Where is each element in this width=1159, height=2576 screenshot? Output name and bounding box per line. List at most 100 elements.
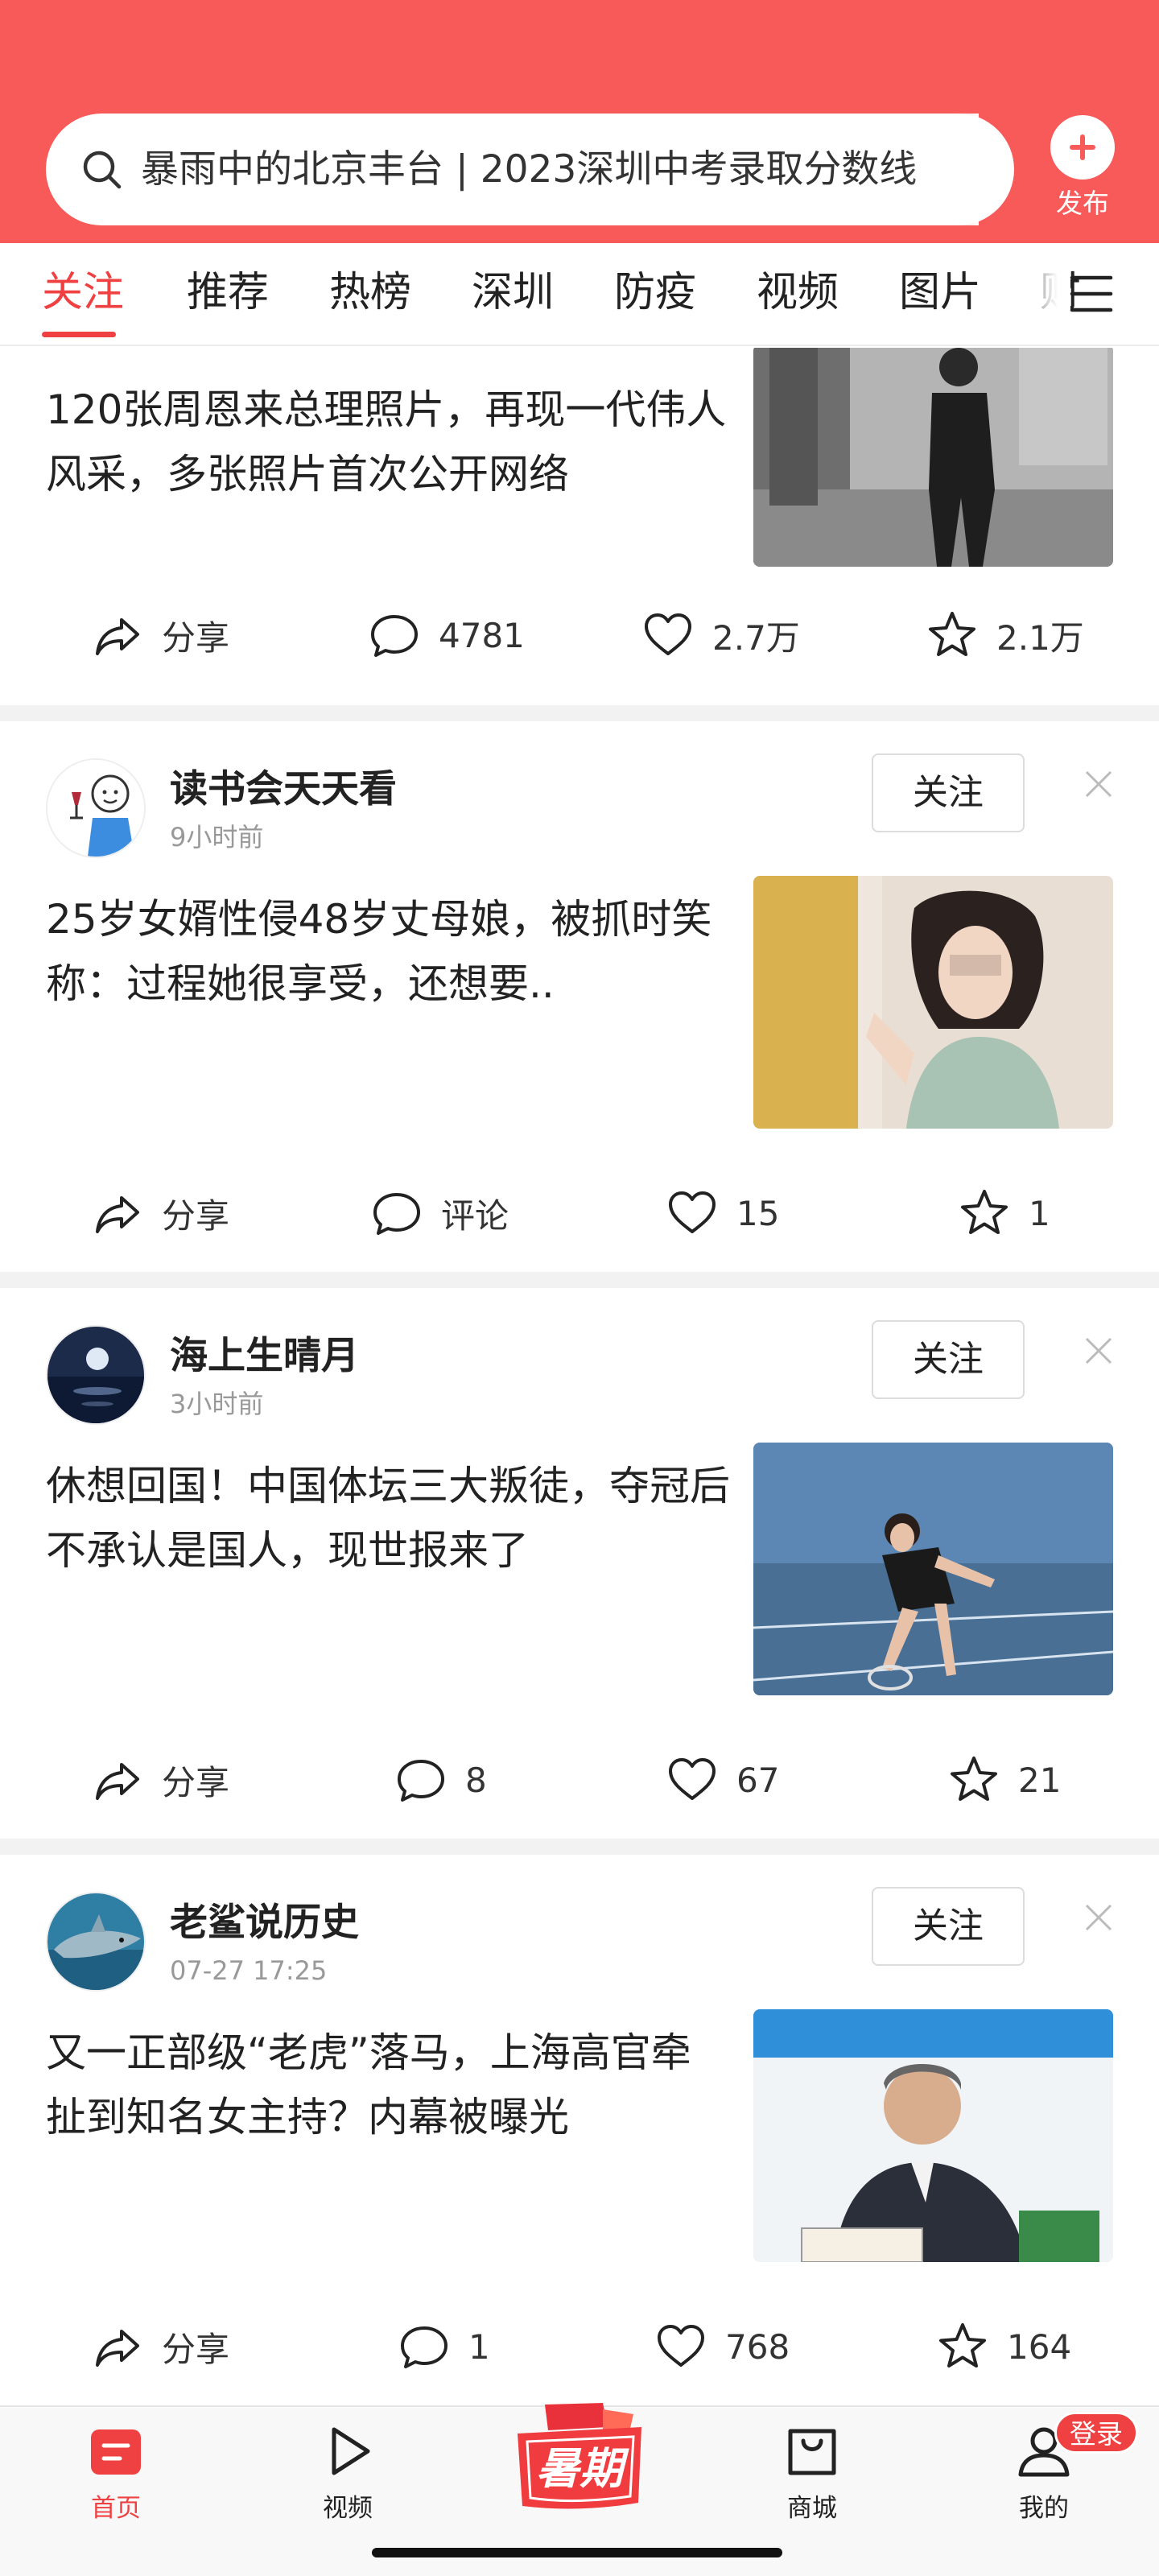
feed-card[interactable]: 120张周恩来总理照片，再现一代伟人风采，多张照片首次公开网络 分享 4781 (0, 348, 1159, 705)
summer-campaign-button[interactable]: 暑期 (513, 2403, 646, 2516)
article-title[interactable]: 休想回国！中国体坛三大叛徒，夺冠后不承认是国人，现世报来了 (46, 1454, 730, 1583)
tab-follow[interactable]: 关注 (42, 243, 124, 345)
comment-button[interactable]: 4781 (368, 603, 525, 667)
share-icon (96, 2330, 139, 2367)
favorite-button[interactable]: 2.1万 (926, 603, 1084, 667)
close-icon[interactable] (1083, 768, 1115, 800)
favorite-count: 21 (1018, 1760, 1062, 1800)
search-bar[interactable]: 暴雨中的北京丰台 | 2023深圳中考录取分数线 (46, 114, 1014, 225)
moon-sea-avatar-image (47, 1327, 144, 1423)
tennis-player-image (753, 1443, 1113, 1695)
share-icon (96, 1763, 139, 1800)
comment-icon (398, 1760, 444, 1802)
nav-mall-label: 商城 (787, 2494, 837, 2523)
nav-mall[interactable]: 商城 (756, 2407, 868, 2536)
feed-card[interactable]: 老鲨说历史 07-27 17:25 关注 又一正部级“老虎”落马，上海高官牵扯到… (0, 1855, 1159, 2405)
follow-button[interactable]: 关注 (872, 753, 1025, 832)
tab-shenzhen[interactable]: 深圳 (472, 243, 554, 345)
article-title[interactable]: 25岁女婿性侵48岁丈母娘，被抓时笑称：过程她很享受，还想要.. (46, 887, 730, 1016)
share-button[interactable]: 分享 (91, 1748, 229, 1812)
article-thumbnail[interactable] (753, 348, 1113, 567)
publish-time: 07-27 17:25 (170, 1955, 328, 1986)
favorite-button[interactable]: 1 (958, 1181, 1050, 1245)
official-photo-image (753, 2009, 1113, 2262)
share-icon (96, 1196, 139, 1233)
follow-button[interactable]: 关注 (872, 1320, 1025, 1399)
like-count: 15 (736, 1193, 780, 1233)
publish-time: 3小时前 (170, 1389, 264, 1419)
comment-button[interactable]: 8 (394, 1748, 487, 1812)
feed-card[interactable]: 读书会天天看 9小时前 关注 25岁女婿性侵48岁丈母娘，被抓时笑称：过程她很享… (0, 721, 1159, 1272)
publish-button[interactable]: 发布 (1038, 115, 1127, 228)
tab-pictures[interactable]: 图片 (899, 243, 981, 345)
nav-video-label: 视频 (323, 2494, 373, 2523)
tab-epidemic[interactable]: 防疫 (614, 243, 696, 345)
author-avatar[interactable] (46, 1892, 146, 1992)
article-title[interactable]: 120张周恩来总理照片，再现一代伟人风采，多张照片首次公开网络 (46, 378, 730, 506)
author-name[interactable]: 海上生晴月 (170, 1333, 359, 1380)
comment-icon (371, 615, 418, 657)
close-icon[interactable] (1083, 1335, 1115, 1367)
news-feed[interactable]: 120张周恩来总理照片，再现一代伟人风采，多张照片首次公开网络 分享 4781 (0, 348, 1159, 2405)
home-icon (91, 2429, 141, 2475)
like-button[interactable]: 67 (666, 1748, 779, 1812)
comment-button[interactable]: 1 (398, 2314, 490, 2379)
star-icon (951, 1757, 997, 1801)
favorite-button[interactable]: 164 (936, 2314, 1071, 2379)
article-thumbnail[interactable] (753, 1443, 1113, 1695)
card-divider (0, 705, 1159, 721)
star-icon (939, 2323, 986, 2368)
share-button[interactable]: 分享 (91, 1181, 229, 1245)
nav-home[interactable]: 首页 (60, 2407, 172, 2536)
author-avatar[interactable] (46, 1325, 146, 1425)
favorite-count: 1 (1029, 1193, 1050, 1233)
woman-photo-image (753, 876, 1113, 1129)
login-badge[interactable]: 登录 (1054, 2412, 1138, 2454)
nav-profile-label: 我的 (1019, 2494, 1069, 2523)
heart-icon (669, 1758, 716, 1800)
favorite-count: 2.1万 (996, 617, 1084, 658)
heart-icon (645, 613, 691, 655)
card-divider (0, 1272, 1159, 1288)
article-thumbnail[interactable] (753, 2009, 1113, 2262)
publish-label: 发布 (1056, 188, 1109, 219)
menu-icon[interactable] (1069, 270, 1114, 318)
author-name[interactable]: 老鲨说历史 (170, 1900, 359, 1946)
summer-campaign-icon: 暑期 (518, 2403, 641, 2509)
search-query-text: 暴雨中的北京丰台 | 2023深圳中考录取分数线 (141, 114, 979, 225)
like-button[interactable]: 2.7万 (641, 603, 800, 667)
favorite-button[interactable]: 21 (947, 1748, 1061, 1812)
cartoon-avatar-image (47, 760, 144, 857)
comment-count: 1 (468, 2326, 490, 2367)
article-thumbnail[interactable] (753, 876, 1113, 1129)
nav-home-label: 首页 (91, 2494, 141, 2523)
share-icon (96, 618, 139, 655)
shark-avatar-image (47, 1893, 144, 1990)
comment-label: 评论 (441, 1195, 509, 1236)
like-count: 2.7万 (712, 617, 800, 658)
tab-recommend[interactable]: 推荐 (187, 243, 269, 345)
comment-button[interactable]: 评论 (370, 1181, 509, 1245)
article-title[interactable]: 又一正部级“老虎”落马，上海高官牵扯到知名女主持？内幕被曝光 (46, 2021, 730, 2149)
tab-video[interactable]: 视频 (757, 243, 839, 345)
close-icon[interactable] (1083, 1901, 1115, 1934)
comment-icon (401, 2326, 448, 2368)
search-icon (83, 151, 122, 189)
like-button[interactable]: 15 (666, 1181, 779, 1245)
publish-time: 9小时前 (170, 822, 264, 852)
shopping-bag-icon (788, 2429, 836, 2475)
nav-video[interactable]: 视频 (291, 2407, 404, 2536)
card-divider (0, 1839, 1159, 1855)
share-button[interactable]: 分享 (91, 2314, 229, 2379)
star-icon (961, 1190, 1008, 1234)
author-name[interactable]: 读书会天天看 (170, 766, 397, 813)
author-avatar[interactable] (46, 758, 146, 858)
share-button[interactable]: 分享 (91, 603, 229, 667)
tab-hot-list[interactable]: 热榜 (329, 243, 411, 345)
archive-photo-image (753, 348, 1113, 567)
like-button[interactable]: 768 (654, 2314, 790, 2379)
feed-card[interactable]: 海上生晴月 3小时前 关注 休想回国！中国体坛三大叛徒，夺冠后不承认是国人，现世… (0, 1288, 1159, 1839)
summer-campaign-text: 暑期 (536, 2443, 629, 2494)
play-icon (332, 2427, 370, 2475)
follow-button[interactable]: 关注 (872, 1887, 1025, 1966)
